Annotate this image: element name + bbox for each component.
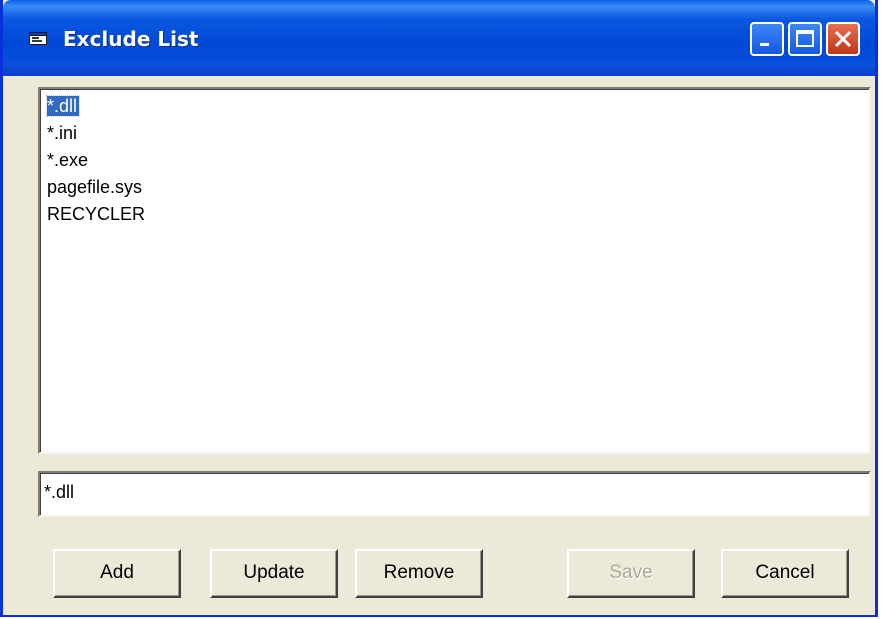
pattern-input[interactable]: *.dll <box>38 471 871 517</box>
close-icon <box>834 30 852 48</box>
minimize-button[interactable] <box>750 22 784 56</box>
list-item-label: *.exe <box>47 150 89 170</box>
list-item-label: *.dll <box>45 95 81 117</box>
list-item-label: RECYCLER <box>47 204 146 224</box>
maximize-icon <box>796 30 814 47</box>
list-item-label: *.ini <box>47 123 78 143</box>
list-item[interactable]: *.ini <box>47 120 77 146</box>
pattern-input-value: *.dll <box>44 482 75 502</box>
list-item[interactable]: pagefile.sys <box>47 174 142 200</box>
window-app-icon <box>29 32 47 45</box>
list-item-label: pagefile.sys <box>47 177 143 197</box>
list-item[interactable]: RECYCLER <box>47 201 145 227</box>
minimize-icon <box>760 43 769 46</box>
title-bar[interactable]: Exclude List <box>3 0 875 76</box>
exclude-list-window: Exclude List *.dll *.ini *.exe pagefile.… <box>0 0 878 617</box>
update-button[interactable]: Update <box>210 549 338 598</box>
list-item[interactable]: *.dll <box>45 93 81 119</box>
maximize-button[interactable] <box>788 22 822 56</box>
close-button[interactable] <box>826 22 860 56</box>
window-title: Exclude List <box>63 27 199 51</box>
add-button[interactable]: Add <box>53 549 181 598</box>
save-button[interactable]: Save <box>567 549 695 598</box>
remove-button[interactable]: Remove <box>355 549 483 598</box>
cancel-button[interactable]: Cancel <box>721 549 849 598</box>
exclude-listbox[interactable]: *.dll *.ini *.exe pagefile.sys RECYCLER <box>38 87 871 454</box>
list-item[interactable]: *.exe <box>47 147 88 173</box>
